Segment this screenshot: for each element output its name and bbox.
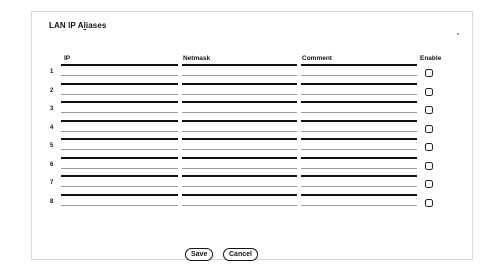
ip-input[interactable] [61,138,178,150]
enable-checkbox[interactable] [425,161,433,170]
netmask-input[interactable] [182,82,297,95]
netmask-input[interactable] [182,119,297,132]
enable-checkbox[interactable] [425,87,433,96]
cancel-button[interactable]: Cancel [223,248,258,261]
netmask-input[interactable] [182,193,297,206]
comment-input[interactable] [301,193,417,206]
aliases-panel [31,11,473,260]
section-title: LAN IP Aliases [49,21,106,30]
netmask-input[interactable] [182,101,297,113]
column-header-ip: IP [64,55,71,62]
comment-input[interactable] [301,119,417,132]
column-header-comment: Comment [302,55,332,62]
enable-checkbox[interactable] [425,198,433,207]
row-number: 6 [50,161,54,168]
comment-input[interactable] [301,175,417,187]
netmask-input[interactable] [182,175,297,187]
section-title-main: LAN IP A [49,21,84,30]
ip-input[interactable] [61,101,178,113]
enable-checkbox[interactable] [425,106,433,114]
column-header-enable: Enable [420,55,442,62]
ip-input[interactable] [61,82,178,95]
ip-input[interactable] [61,175,178,187]
ip-input[interactable] [61,119,178,132]
row-number: 7 [50,180,54,186]
section-title-rest: iases [85,21,107,30]
row-number: 8 [50,198,54,205]
netmask-input[interactable] [182,138,297,150]
row-number: 5 [50,143,54,149]
enable-checkbox[interactable] [425,69,433,77]
ip-input[interactable] [61,193,178,206]
ip-input[interactable] [61,64,178,76]
ip-input[interactable] [61,156,178,169]
comment-input[interactable] [301,156,417,169]
comment-input[interactable] [301,101,417,113]
row-number: 3 [50,106,54,112]
comment-input[interactable] [301,82,417,95]
row-number: 1 [50,69,54,75]
row-number: 2 [50,87,54,94]
save-button[interactable]: Save [185,248,214,261]
column-header-netmask: Netmask [183,55,211,62]
comment-input[interactable] [301,138,417,150]
comment-input[interactable] [301,64,417,76]
decorative-dot [457,33,459,35]
row-number: 4 [50,124,54,131]
enable-checkbox[interactable] [425,124,433,133]
netmask-input[interactable] [182,64,297,76]
enable-checkbox[interactable] [425,143,433,151]
netmask-input[interactable] [182,156,297,169]
enable-checkbox[interactable] [425,180,433,188]
